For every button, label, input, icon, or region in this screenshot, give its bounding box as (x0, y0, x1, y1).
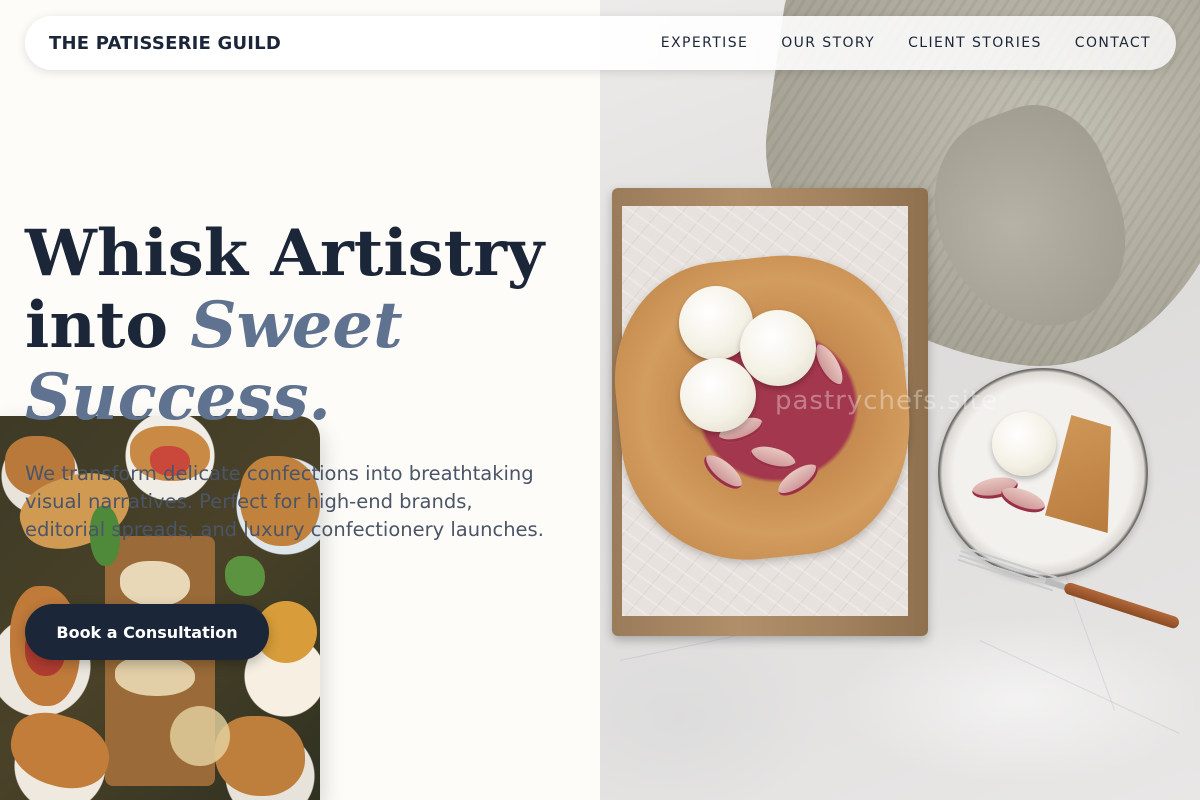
nav-link-contact[interactable]: CONTACT (1075, 35, 1151, 51)
nav-links: EXPERTISE OUR STORY CLIENT STORIES CONTA… (661, 35, 1151, 51)
hero-title: Whisk Artistry into Sweet Success. (25, 218, 585, 434)
hero-photo-galette: pastrychefs.site (600, 0, 1200, 800)
ice-cream-scoop (680, 358, 756, 432)
hero-title-accent-sweet: Sweet (190, 288, 403, 363)
book-consultation-button[interactable]: Book a Consultation (25, 604, 269, 660)
photo-watermark: pastrychefs.site (775, 386, 998, 416)
nav-link-our-story[interactable]: OUR STORY (781, 35, 875, 51)
nav-link-expertise[interactable]: EXPERTISE (661, 35, 748, 51)
hero-subtitle: We transform delicate confections into b… (25, 462, 544, 541)
hero-title-line2: into (25, 288, 191, 363)
ice-cream-scoop (740, 310, 816, 386)
nav-link-client-stories[interactable]: CLIENT STORIES (908, 35, 1042, 51)
hero-title-accent-success: Success. (25, 360, 331, 435)
ice-cream-scoop (992, 412, 1056, 476)
brand-logo[interactable]: THE PATISSERIE GUILD (49, 33, 281, 54)
top-navbar: THE PATISSERIE GUILD EXPERTISE OUR STORY… (25, 16, 1176, 70)
hero-title-line1: Whisk Artistry (25, 216, 545, 291)
